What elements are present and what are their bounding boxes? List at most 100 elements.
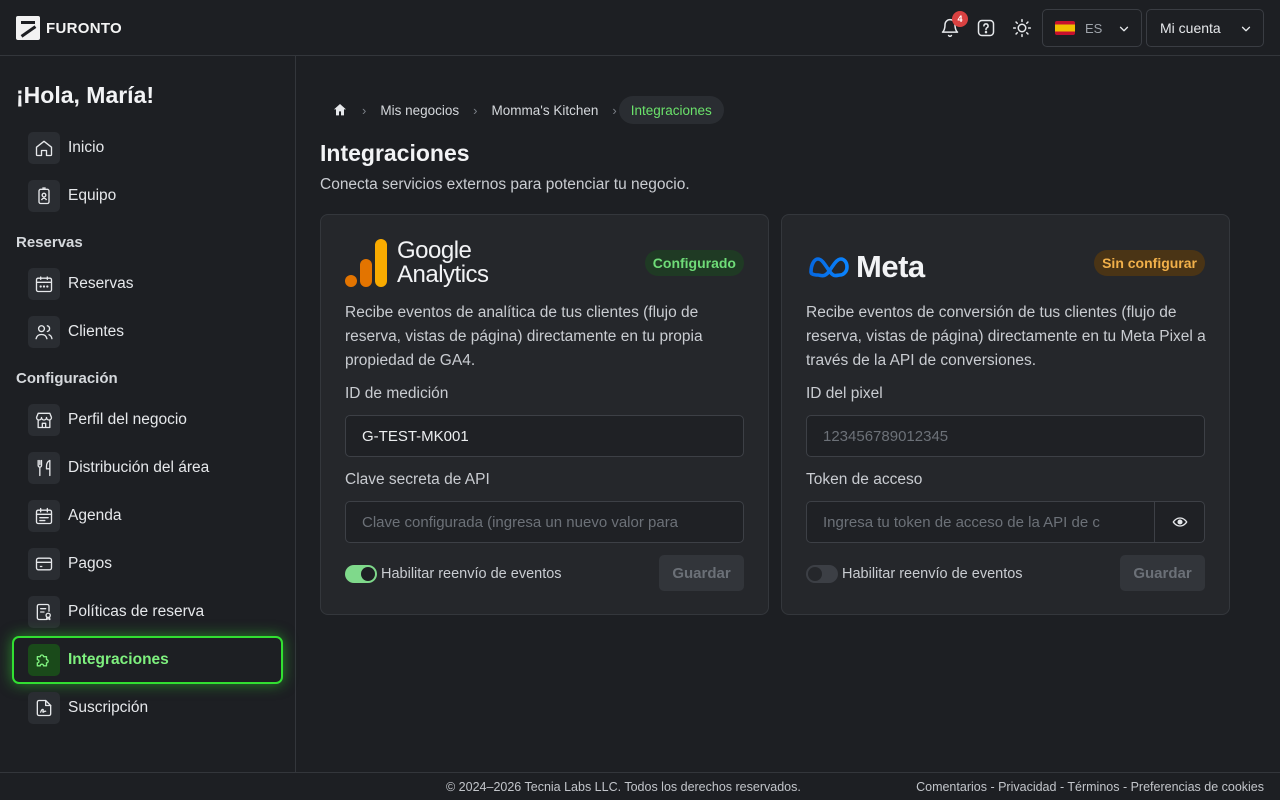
theme-toggle-button[interactable]: [1008, 14, 1036, 42]
home-icon: [334, 104, 346, 116]
sidebar: ¡Hola, María! Inicio Equipo Reservas Res…: [0, 56, 296, 772]
chevron-down-icon: [1119, 26, 1129, 32]
calendar-icon: [28, 268, 60, 300]
footer-link-terminos[interactable]: Términos: [1067, 780, 1119, 794]
footer-separator: -: [1122, 780, 1131, 794]
sidebar-item-label: Suscripción: [68, 699, 149, 716]
sidebar-item-label: Políticas de reserva: [68, 603, 205, 620]
sidebar-item-label: Distribución del área: [68, 459, 210, 476]
sidebar-item-integraciones[interactable]: Integraciones: [12, 636, 283, 684]
sidebar-item-suscripcion[interactable]: Suscripción: [12, 684, 283, 732]
brand-logo[interactable]: FURONTO: [16, 16, 122, 40]
sidebar-item-label: Pagos: [68, 555, 112, 572]
event-forwarding-label: Habilitar reenvío de eventos: [842, 566, 1023, 582]
page-title: Integraciones: [320, 140, 470, 166]
sidebar-item-label: Equipo: [68, 187, 117, 204]
users-icon: [28, 316, 60, 348]
help-button[interactable]: [972, 14, 1000, 42]
copyright: © 2024–2026 Tecnia Labs LLC. Todos los d…: [446, 780, 801, 794]
logo-mark-icon: [16, 16, 40, 40]
pixel-id-input[interactable]: 123456789012345: [806, 415, 1205, 457]
account-label: Mi cuenta: [1160, 20, 1221, 36]
sidebar-item-label: Clientes: [68, 323, 124, 340]
event-forwarding-toggle[interactable]: [345, 565, 377, 583]
sidebar-item-politicas-de-reserva[interactable]: Políticas de reserva: [12, 588, 283, 636]
event-forwarding-label: Habilitar reenvío de eventos: [381, 566, 562, 582]
section-heading-reservas: Reservas: [16, 234, 83, 251]
page-subtitle: Conecta servicios externos para potencia…: [320, 176, 690, 193]
meta-logo: Meta: [808, 249, 925, 285]
sidebar-item-distribucion-del-area[interactable]: Distribución del área: [12, 444, 283, 492]
language-code: ES: [1085, 20, 1103, 36]
footer-link-privacidad[interactable]: Privacidad: [998, 780, 1056, 794]
breadcrumb: › Mis negocios › Momma's Kitchen › Integ…: [320, 96, 724, 124]
brand-name-analytics: Analytics: [397, 261, 489, 288]
signature-icon: [28, 692, 60, 724]
puzzle-icon: [28, 644, 60, 676]
pixel-id-label: ID del pixel: [806, 385, 883, 402]
access-token-input[interactable]: Ingresa tu token de acceso de la API de …: [823, 514, 1139, 531]
sidebar-item-label: Reservas: [68, 275, 134, 292]
google-analytics-logo: Google Analytics: [345, 239, 489, 287]
section-heading-configuracion: Configuración: [16, 370, 118, 387]
save-button[interactable]: Guardar: [1120, 555, 1205, 591]
eye-icon: [1172, 517, 1187, 527]
measurement-id-input[interactable]: G-TEST-MK001: [345, 415, 744, 457]
event-forwarding-toggle[interactable]: [806, 565, 838, 583]
spain-flag-icon: [1055, 21, 1075, 35]
breadcrumb-current: Integraciones: [618, 96, 724, 124]
footer-links: Comentarios - Privacidad - Términos - Pr…: [916, 780, 1264, 794]
status-badge: Configurado: [644, 250, 744, 276]
measurement-id-label: ID de medición: [345, 385, 449, 402]
sidebar-item-label: Inicio: [68, 139, 105, 156]
status-badge: Sin configurar: [1094, 250, 1205, 276]
breadcrumb-mommas-kitchen[interactable]: Momma's Kitchen: [479, 96, 610, 124]
sidebar-item-inicio[interactable]: Inicio: [12, 124, 283, 172]
notification-count-badge: 4: [952, 11, 968, 27]
help-icon: [977, 19, 995, 37]
language-selector[interactable]: ES: [1042, 9, 1142, 47]
policy-document-icon: [28, 596, 60, 628]
sidebar-item-label: Agenda: [68, 507, 122, 524]
sidebar-item-clientes[interactable]: Clientes: [12, 308, 283, 356]
sidebar-item-agenda[interactable]: Agenda: [12, 492, 283, 540]
show-token-button[interactable]: [1154, 502, 1204, 542]
sidebar-item-reservas[interactable]: Reservas: [12, 260, 283, 308]
greeting: ¡Hola, María!: [16, 82, 155, 108]
footer-link-cookies[interactable]: Preferencias de cookies: [1131, 780, 1264, 794]
account-menu-button[interactable]: Mi cuenta: [1146, 9, 1264, 47]
notifications-button[interactable]: 4: [936, 11, 968, 42]
api-secret-label: Clave secreta de API: [345, 471, 490, 488]
meta-card: Meta Sin configurar Recibe eventos de co…: [781, 214, 1230, 615]
save-button[interactable]: Guardar: [659, 555, 744, 591]
meta-infinity-icon: [809, 257, 849, 278]
analytics-bars-icon: [345, 239, 387, 287]
id-badge-icon: [28, 180, 60, 212]
calendar-list-icon: [28, 500, 60, 532]
chevron-right-icon: ›: [473, 102, 478, 118]
toggle-knob: [361, 567, 375, 581]
card-description: Recibe eventos de conversión de tus clie…: [806, 304, 1206, 369]
breadcrumb-mis-negocios[interactable]: Mis negocios: [368, 96, 471, 124]
brand-name: FURONTO: [46, 19, 122, 37]
sidebar-item-pagos[interactable]: Pagos: [12, 540, 283, 588]
sidebar-item-equipo[interactable]: Equipo: [12, 172, 283, 220]
credit-card-icon: [28, 548, 60, 580]
api-secret-input[interactable]: Clave configurada (ingresa un nuevo valo…: [345, 501, 744, 543]
home-icon: [28, 132, 60, 164]
brand-name-google: Google: [397, 237, 472, 264]
sidebar-item-label: Integraciones: [68, 651, 169, 668]
footer-link-comentarios[interactable]: Comentarios: [916, 780, 987, 794]
chevron-right-icon: ›: [612, 102, 617, 118]
chevron-down-icon: [1241, 26, 1251, 32]
access-token-field: Ingresa tu token de acceso de la API de …: [806, 501, 1205, 543]
google-analytics-card: Google Analytics Configurado Recibe even…: [320, 214, 769, 615]
store-icon: [28, 404, 60, 436]
breadcrumb-home[interactable]: [320, 96, 360, 124]
utensils-icon: [28, 452, 60, 484]
access-token-label: Token de acceso: [806, 471, 923, 488]
brand-name-meta: Meta: [856, 249, 925, 284]
sidebar-item-perfil-del-negocio[interactable]: Perfil del negocio: [12, 396, 283, 444]
footer-separator: -: [990, 780, 999, 794]
card-description: Recibe eventos de analítica de tus clien…: [345, 304, 703, 369]
